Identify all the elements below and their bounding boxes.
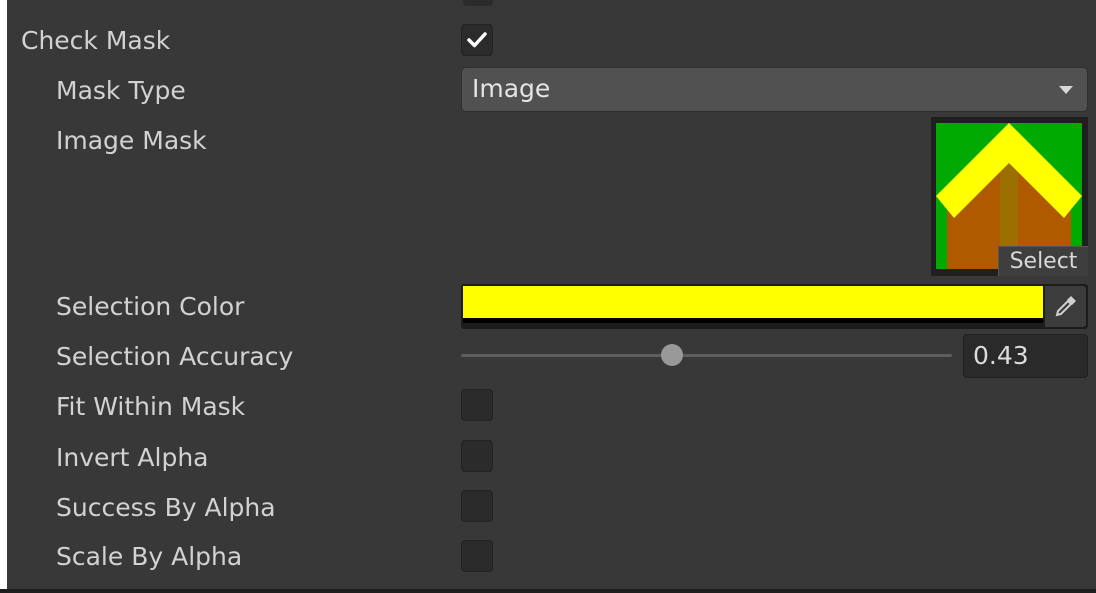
selection-accuracy-slider-track[interactable]: [461, 354, 952, 357]
checkmark-icon: [467, 32, 487, 48]
inspector-panel: Check Mask Mask Type Image Image Mask Se…: [7, 0, 1096, 589]
scale-by-alpha-checkbox[interactable]: [461, 540, 493, 572]
image-mask-field[interactable]: Select: [931, 117, 1088, 276]
eyedropper-icon: [1055, 296, 1076, 317]
color-swatch[interactable]: [463, 286, 1043, 318]
fit-within-mask-checkbox[interactable]: [461, 389, 493, 421]
fit-within-mask-label: Fit Within Mask: [56, 392, 246, 421]
triangle-down-icon: [1059, 86, 1073, 94]
selection-accuracy-label: Selection Accuracy: [56, 342, 294, 371]
selection-accuracy-input[interactable]: 0.43: [963, 334, 1088, 378]
success-by-alpha-checkbox[interactable]: [461, 490, 493, 522]
panel-bottom-border: [0, 589, 1096, 593]
mask-type-label: Mask Type: [56, 76, 186, 105]
invert-alpha-label: Invert Alpha: [56, 443, 209, 472]
image-mask-label: Image Mask: [56, 126, 207, 155]
check-mask-checkbox[interactable]: [461, 24, 493, 56]
mask-type-dropdown[interactable]: Image: [461, 67, 1088, 112]
check-mask-label: Check Mask: [21, 26, 171, 55]
eyedropper-button[interactable]: [1045, 286, 1086, 327]
alpha-bar: [463, 318, 1043, 323]
selection-color-label: Selection Color: [56, 292, 245, 321]
success-by-alpha-label: Success By Alpha: [56, 493, 276, 522]
select-button[interactable]: Select: [998, 246, 1088, 276]
truncated-field-above: [463, 0, 493, 6]
invert-alpha-checkbox[interactable]: [461, 440, 493, 472]
selection-accuracy-slider-thumb[interactable]: [661, 344, 684, 366]
mask-type-value: Image: [472, 74, 551, 103]
selection-color-field[interactable]: [461, 284, 1088, 329]
scale-by-alpha-label: Scale By Alpha: [56, 542, 243, 571]
